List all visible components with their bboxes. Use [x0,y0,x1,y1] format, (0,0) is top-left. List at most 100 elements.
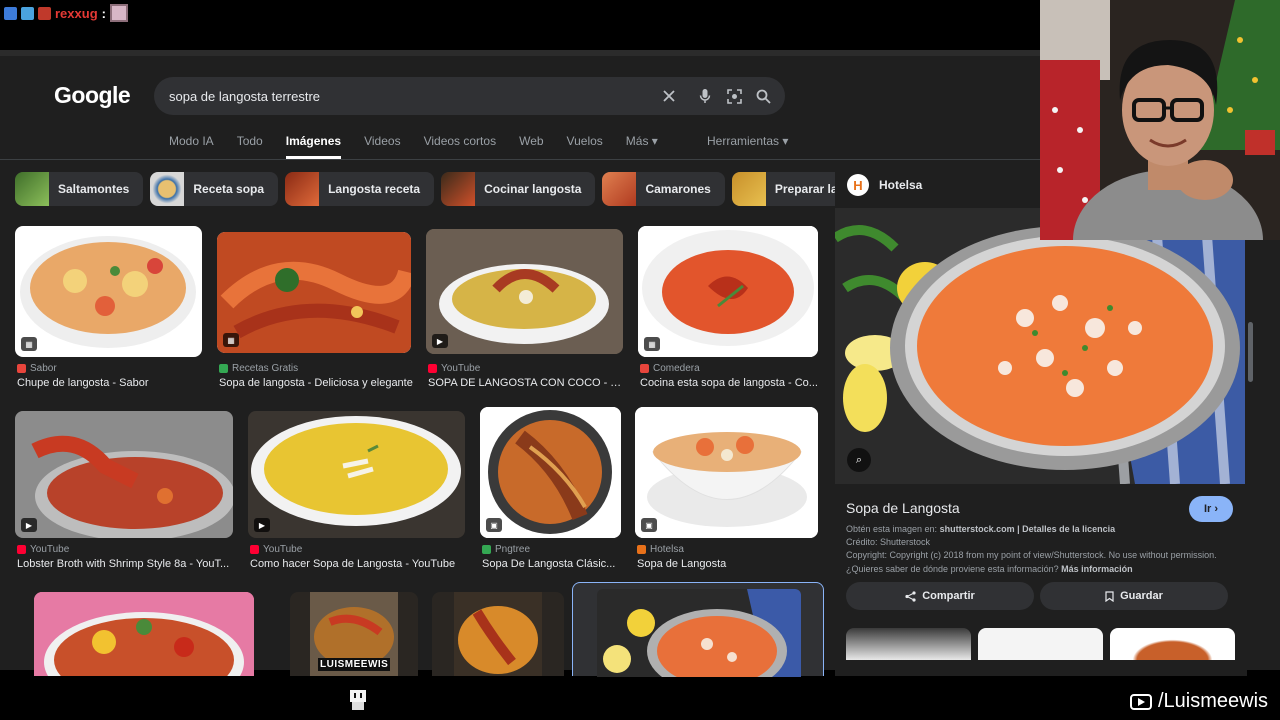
result-image[interactable] [597,589,801,677]
tab-web[interactable]: Web [519,134,543,159]
result-image[interactable]: ▶ [15,411,233,538]
chip-camarones[interactable]: Camarones [602,172,725,206]
mascot-icon [350,690,366,710]
image-type-icon: ▣ [486,518,502,532]
chip-cocinar-langosta[interactable]: Cocinar langosta [441,172,596,206]
result-source[interactable]: YouTube [250,544,302,555]
tab-videos[interactable]: Videos [364,134,400,159]
result-image[interactable]: ▦ [217,232,411,353]
result-source[interactable]: Hotelsa [637,544,684,555]
related-image[interactable] [846,628,971,660]
share-icon [905,590,916,602]
image-result[interactable]: ▶ YouTube SOPA DE LANGOSTA CON COCO - Y.… [426,226,623,396]
result-image[interactable] [34,592,254,676]
preview-image[interactable]: ⌕ [835,208,1245,484]
source-favicon-icon [637,545,646,554]
channel-watermark: LUISMEEWIS [318,658,391,671]
image-result[interactable]: ▣ Hotelsa Sopa de Langosta [635,407,818,577]
chip-receta-sopa[interactable]: Receta sopa [150,172,279,206]
webcam-feed [1040,0,1280,240]
license-link[interactable]: shutterstock.com | Detalles de la licenc… [940,524,1116,534]
source-favicon-icon [17,545,26,554]
visit-button[interactable]: Ir › [1189,496,1233,522]
search-tabs: Modo IA Todo Imágenes Videos Videos cort… [169,134,681,159]
save-button[interactable]: Guardar [1040,582,1228,610]
tab-vuelos[interactable]: Vuelos [567,134,603,159]
related-image[interactable] [978,628,1103,660]
result-image[interactable]: ▦ [15,226,202,357]
google-logo[interactable]: Google [54,82,131,109]
tab-mas[interactable]: Más ▾ [626,134,658,159]
result-image[interactable]: ▶ [248,411,465,538]
result-image[interactable]: ▣ [480,407,621,538]
chat-separator: : [101,5,106,21]
preview-title[interactable]: Sopa de Langosta [846,500,960,516]
license-prefix: Obtén esta imagen en: [846,524,938,534]
site-favicon-icon: H [847,174,869,196]
image-result[interactable]: ▦ Sabor Chupe de langosta - Sabor [15,226,202,396]
tools-menu[interactable]: Herramientas ▾ [707,134,788,148]
info-prefix: ¿Quieres saber de dónde proviene esta in… [846,564,1059,574]
chip-saltamontes[interactable]: Saltamontes [15,172,144,206]
result-title[interactable]: Lobster Broth with Shrimp Style 8a - You… [17,558,233,570]
copyright-line: Copyright: Copyright (c) 2018 from my po… [846,550,1217,560]
image-result[interactable]: ▣ Pngtree Sopa De Langosta Clásic... [480,407,621,577]
image-result[interactable]: ▶ YouTube Como hacer Sopa de Langosta - … [248,407,465,577]
video-play-icon: ▶ [254,518,270,532]
share-button[interactable]: Compartir [846,582,1034,610]
search-icon[interactable] [753,86,773,106]
source-name: Sabor [30,363,57,374]
result-source[interactable]: YouTube [17,544,69,555]
result-source[interactable]: Recetas Gratis [219,363,298,374]
result-title[interactable]: Sopa De Langosta Clásic... [482,558,621,570]
microphone-icon[interactable] [695,86,715,106]
info-line: ¿Quieres saber de dónde proviene esta in… [846,564,1133,574]
result-source[interactable]: Pngtree [482,544,530,555]
chat-emote-icon [109,4,128,22]
scrollbar-thumb[interactable] [1248,322,1253,382]
result-image[interactable]: ▣ [635,407,818,538]
result-source[interactable]: Sabor [17,363,57,374]
cube-badge-icon [21,6,34,20]
result-image[interactable]: ▦ [638,226,818,357]
image-result[interactable] [432,592,564,676]
more-info-link[interactable]: Más información [1061,564,1133,574]
image-result[interactable]: ▦ Recetas Gratis Sopa de langosta - Deli… [217,226,413,396]
result-title[interactable]: Sopa de Langosta [637,558,818,570]
image-result[interactable] [34,592,254,676]
result-title[interactable]: Como hacer Sopa de Langosta - YouTube [250,558,465,570]
result-title[interactable]: Sopa de langosta - Deliciosa y elegante [219,377,413,389]
clear-icon[interactable] [659,86,679,106]
result-image[interactable]: ▶ [426,229,623,354]
result-title[interactable]: SOPA DE LANGOSTA CON COCO - Y... [428,377,623,389]
image-result[interactable]: ▦ Comedera Cocina esta sopa de langosta … [638,226,818,396]
image-result-selected[interactable] [572,582,824,677]
tab-imagenes[interactable]: Imágenes [285,134,342,159]
result-source[interactable]: Comedera [640,363,700,374]
result-source[interactable]: YouTube [428,363,480,374]
source-name: Recetas Gratis [232,363,299,374]
chip-label: Saltamontes [58,182,130,196]
visual-search-icon[interactable]: ⌕ [847,448,871,472]
search-input[interactable] [169,88,649,104]
result-title[interactable]: Cocina esta sopa de langosta - Co... [640,377,818,389]
source-name: YouTube [263,544,303,555]
search-box[interactable] [154,77,785,115]
source-favicon-icon [17,364,26,373]
tab-todo[interactable]: Todo [237,134,263,159]
chip-thumbnail [15,172,49,206]
share-label: Compartir [922,590,975,602]
chip-label: Langosta receta [328,182,421,196]
tab-modo-ia[interactable]: Modo IA [169,134,214,159]
chip-label: Camarones [645,182,711,196]
result-title[interactable]: Chupe de langosta - Sabor [17,377,202,389]
result-image[interactable] [432,592,564,676]
verified-badge-icon [4,6,17,20]
lens-camera-icon[interactable] [724,86,744,106]
preview-site-header[interactable]: H Hotelsa [847,174,922,196]
related-image[interactable] [1110,628,1235,660]
chip-langosta-receta[interactable]: Langosta receta [285,172,435,206]
image-result[interactable]: ▶ YouTube Lobster Broth with Shrimp Styl… [15,407,233,577]
tab-videos-cortos[interactable]: Videos cortos [424,134,497,159]
image-type-icon: ▦ [21,337,37,351]
